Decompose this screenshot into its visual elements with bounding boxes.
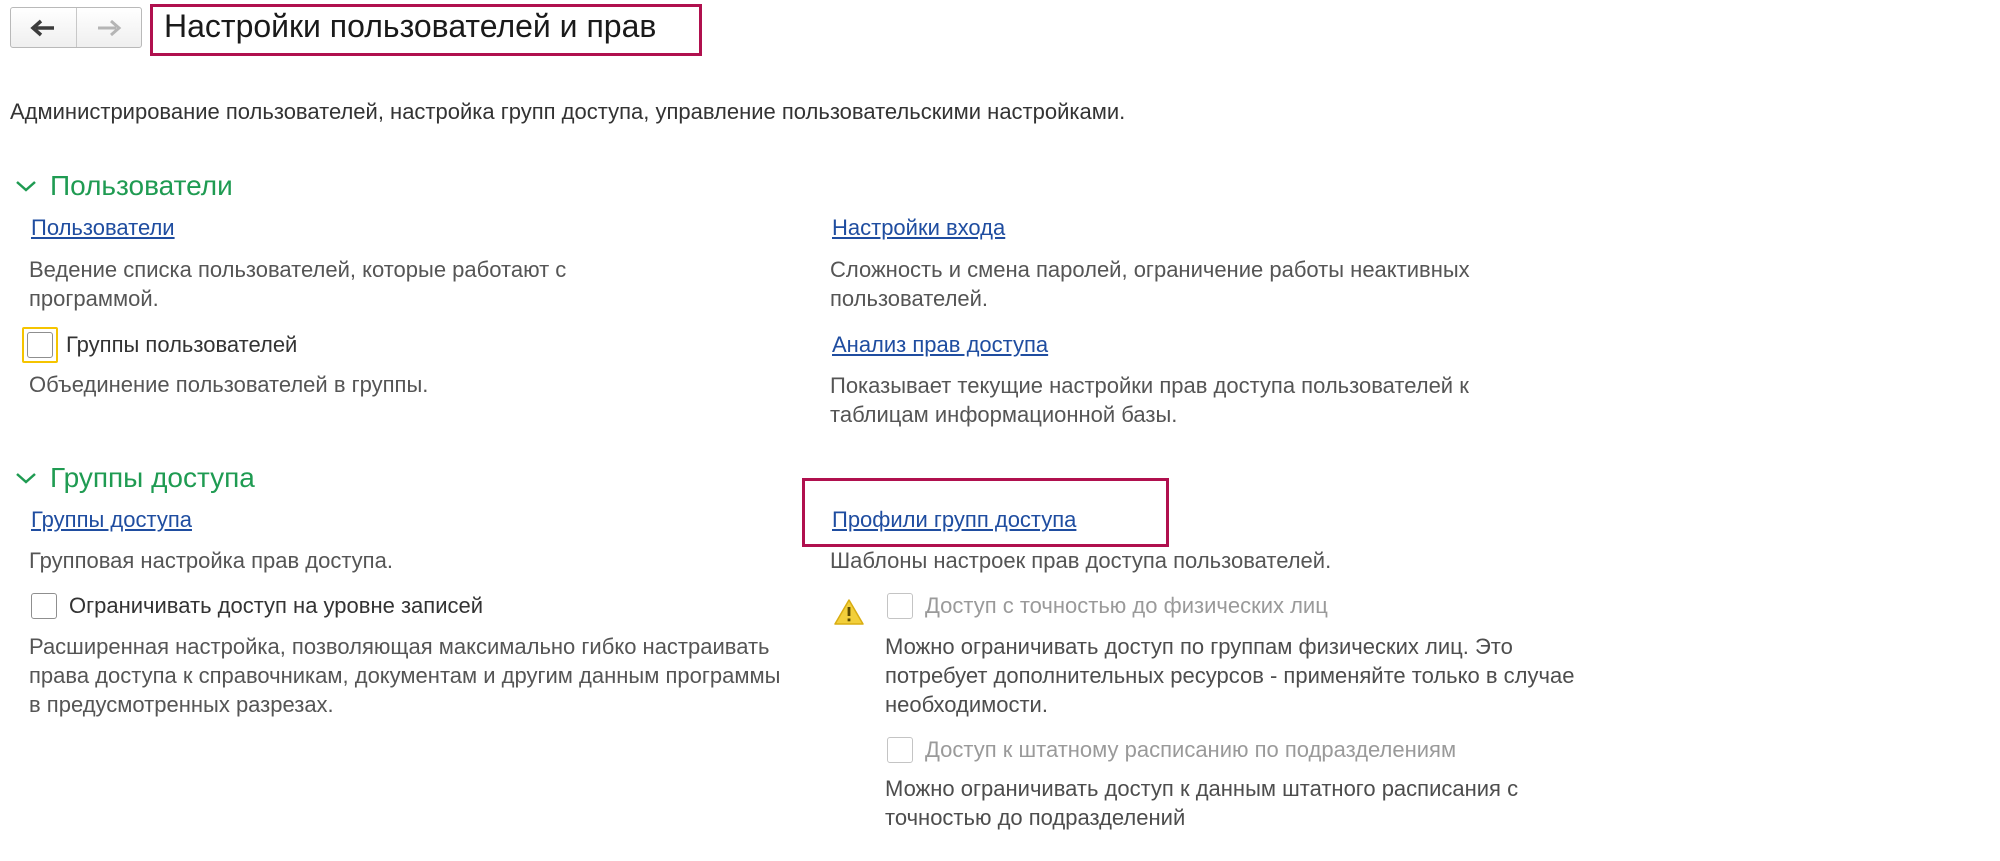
access-profiles-description: Шаблоны настроек прав доступа пользовате…: [830, 548, 1332, 573]
individuals-access-checkbox: [887, 593, 913, 619]
record-level-description: Расширенная настройка, позволяющая макси…: [29, 634, 781, 717]
individuals-access-description: Можно ограничивать доступ по группам физ…: [885, 634, 1575, 717]
user-groups-label: Группы пользователей: [66, 332, 298, 357]
staffing-access-description: Можно ограничивать доступ к данным штатн…: [885, 776, 1519, 830]
back-button[interactable]: [11, 8, 76, 47]
login-settings-description: Сложность и смена паролей, ограничение р…: [830, 257, 1470, 311]
individuals-access-checkbox-row: Доступ с точностью до физических лиц: [887, 593, 1328, 619]
access-groups-link[interactable]: Группы доступа: [31, 507, 192, 533]
staffing-access-checkbox: [887, 737, 913, 763]
user-groups-checkbox-row[interactable]: Группы пользователей: [22, 327, 297, 363]
access-profiles-link[interactable]: Профили групп доступа: [832, 507, 1076, 533]
individuals-access-label: Доступ с точностью до физических лиц: [925, 593, 1328, 618]
rights-analysis-description: Показывает текущие настройки прав доступ…: [830, 373, 1469, 427]
users-description: Ведение списка пользователей, которые ра…: [29, 257, 567, 311]
record-level-checkbox-row[interactable]: Ограничивать доступ на уровне записей: [31, 593, 483, 619]
section-users-title: Пользователи: [50, 170, 233, 201]
arrow-left-icon: [30, 19, 55, 36]
login-settings-link[interactable]: Настройки входа: [832, 215, 1005, 241]
page-title: Настройки пользователей и прав: [164, 8, 657, 44]
chevron-down-icon: [16, 473, 36, 484]
user-groups-description: Объединение пользователей в группы.: [29, 372, 429, 397]
user-groups-checkbox-focus: [22, 327, 58, 363]
warning-triangle-icon: [834, 599, 864, 625]
chevron-down-icon: [16, 181, 36, 192]
record-level-checkbox[interactable]: [31, 593, 57, 619]
navigation-buttons: [10, 7, 142, 48]
access-groups-description: Групповая настройка прав доступа.: [29, 548, 393, 573]
staffing-access-label: Доступ к штатному расписанию по подразде…: [925, 737, 1457, 762]
page-subtitle: Администрирование пользователей, настрой…: [10, 99, 1126, 124]
section-access-header[interactable]: Группы доступа: [14, 462, 255, 494]
users-link[interactable]: Пользователи: [31, 215, 175, 241]
staffing-access-checkbox-row: Доступ к штатному расписанию по подразде…: [887, 737, 1456, 763]
arrow-right-icon: [97, 19, 122, 36]
record-level-label: Ограничивать доступ на уровне записей: [69, 593, 484, 618]
section-access-title: Группы доступа: [50, 462, 255, 493]
rights-analysis-link[interactable]: Анализ прав доступа: [832, 332, 1048, 358]
section-users-header[interactable]: Пользователи: [14, 170, 233, 202]
user-groups-checkbox[interactable]: [27, 332, 53, 358]
forward-button[interactable]: [75, 8, 142, 47]
